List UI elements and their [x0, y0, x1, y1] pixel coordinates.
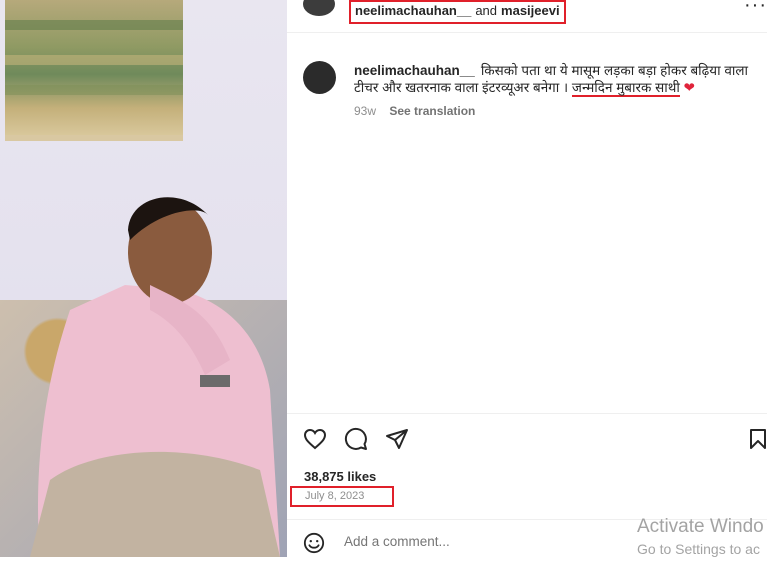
- more-horizontal-icon[interactable]: ···: [744, 0, 767, 17]
- bookmark-icon[interactable]: [749, 428, 767, 450]
- see-translation-button[interactable]: See translation: [389, 104, 475, 118]
- heart-icon[interactable]: [303, 427, 327, 451]
- watermark-line1: Activate Windo: [637, 516, 764, 537]
- heart-emoji: ❤: [683, 80, 695, 95]
- send-icon[interactable]: [385, 427, 409, 451]
- comment-icon[interactable]: [344, 427, 368, 451]
- windows-activation-watermark: Activate Windo Go to Settings to ac: [637, 515, 764, 561]
- wall-tapestry: [5, 0, 183, 141]
- comment-input[interactable]: [344, 534, 644, 549]
- author-names: neelimachauhan__ and masijeevi: [349, 0, 566, 24]
- post-date: July 8, 2023: [290, 486, 394, 507]
- author-username-2[interactable]: masijeevi: [501, 3, 560, 18]
- caption-username[interactable]: neelimachauhan__: [354, 63, 475, 78]
- post-photo: [0, 0, 287, 557]
- caption-avatar[interactable]: [303, 61, 336, 94]
- likes-count[interactable]: 38,875 likes: [304, 469, 376, 484]
- caption-highlight: जन्मदिन मुबारक साथी: [571, 80, 680, 97]
- post-caption: neelimachauhan__ किसको पता था ये मासूम लड…: [354, 62, 767, 97]
- watermark-line2: Go to Settings to ac: [637, 541, 760, 557]
- caption-meta: 93w See translation: [354, 104, 475, 118]
- author-avatar[interactable]: [303, 0, 335, 16]
- post-header: neelimachauhan__ and masijeevi ···: [287, 0, 767, 33]
- post-age: 93w: [354, 104, 377, 118]
- post-panel: neelimachauhan__ and masijeevi ··· neelima…: [287, 0, 767, 557]
- person-figure: [30, 197, 280, 557]
- and-text: and: [475, 3, 498, 18]
- emoji-icon[interactable]: [303, 532, 325, 554]
- divider: [287, 413, 767, 414]
- author-username-1[interactable]: neelimachauhan__: [355, 3, 471, 18]
